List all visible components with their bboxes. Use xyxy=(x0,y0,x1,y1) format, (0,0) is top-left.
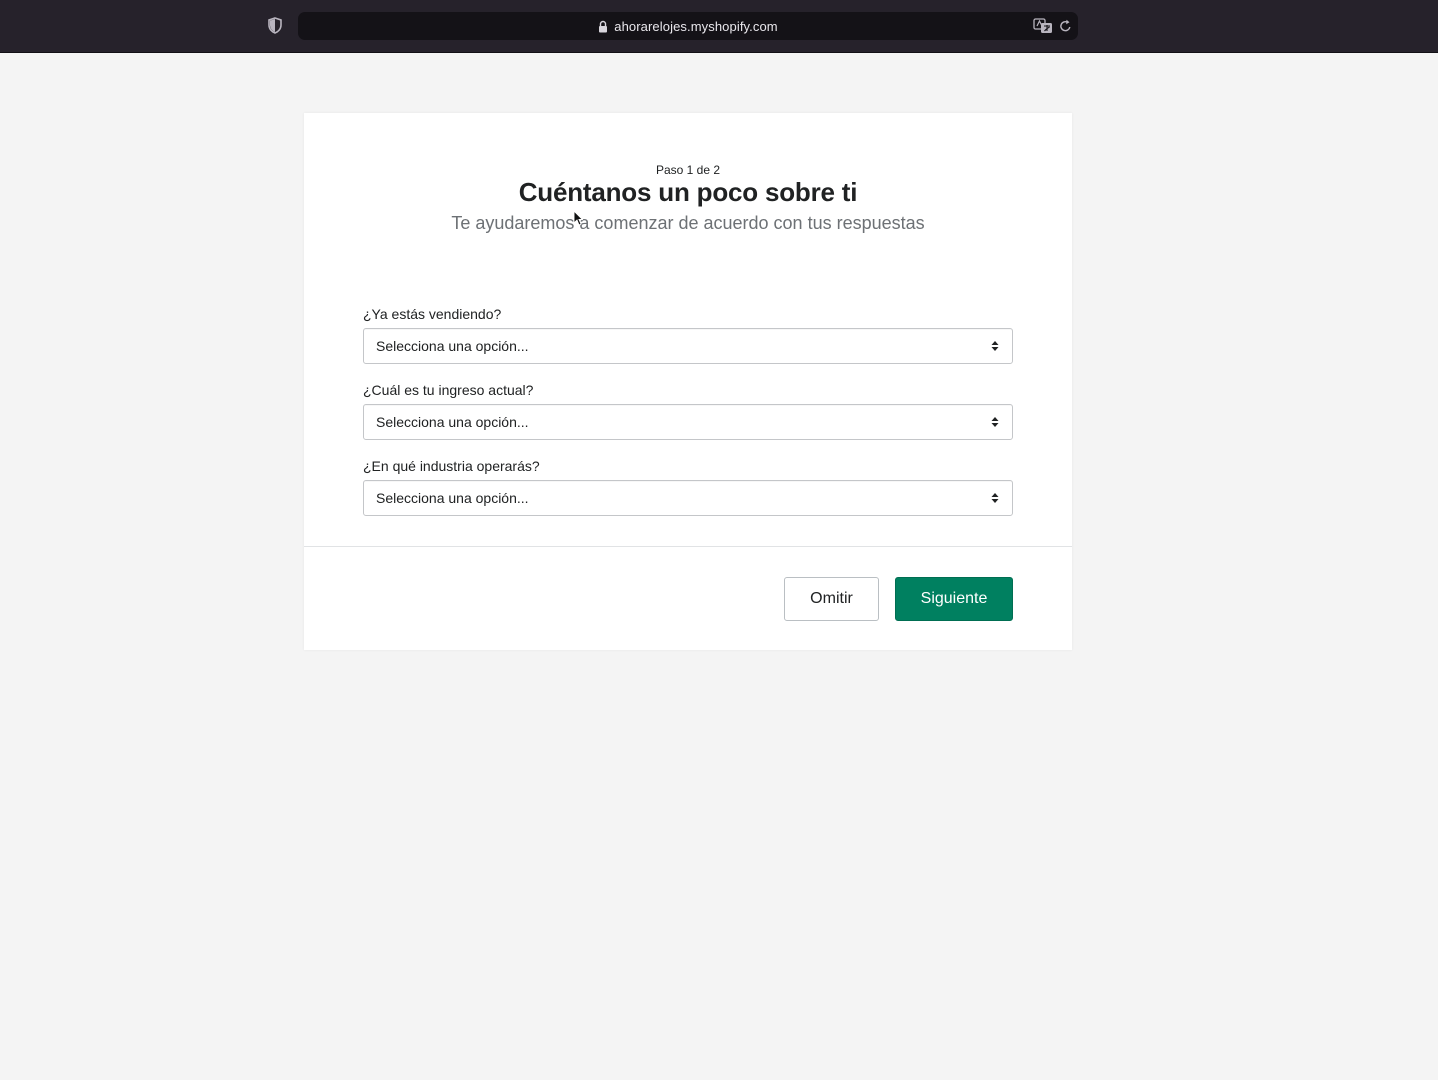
page-subtitle: Te ayudaremos a comenzar de acuerdo con … xyxy=(451,213,925,233)
selling-question-label: ¿Ya estás vendiendo? xyxy=(363,306,502,322)
shield-icon[interactable] xyxy=(267,17,283,34)
industry-question-label: ¿En qué industria operarás? xyxy=(363,458,540,474)
industry-select[interactable]: Selecciona una opción... xyxy=(363,480,1013,516)
step-indicator: Paso 1 de 2 xyxy=(655,163,721,177)
translate-icon[interactable] xyxy=(1033,18,1053,34)
page-title: Cuéntanos un poco sobre ti xyxy=(518,177,858,207)
industry-select-value: Selecciona una opción... xyxy=(376,490,529,506)
lock-icon xyxy=(599,20,608,32)
browser-toolbar: ahorarelojes.myshopify.com xyxy=(0,0,1438,53)
select-arrows-icon xyxy=(991,417,999,427)
mouse-cursor-icon xyxy=(573,210,583,226)
selling-select-value: Selecciona una opción... xyxy=(376,338,529,354)
income-question-label: ¿Cuál es tu ingreso actual? xyxy=(363,382,534,398)
income-select-value: Selecciona una opción... xyxy=(376,414,529,430)
url-text: ahorarelojes.myshopify.com xyxy=(614,18,778,34)
income-select[interactable]: Selecciona una opción... xyxy=(363,404,1013,440)
next-button[interactable]: Siguiente xyxy=(895,577,1013,621)
reload-icon[interactable] xyxy=(1059,19,1072,33)
selling-select[interactable]: Selecciona una opción... xyxy=(363,328,1013,364)
select-arrows-icon xyxy=(991,341,999,351)
footer-divider xyxy=(304,546,1072,547)
select-arrows-icon xyxy=(991,493,999,503)
onboarding-card: Paso 1 de 2 Cuéntanos un poco sobre ti T… xyxy=(304,113,1072,650)
skip-button[interactable]: Omitir xyxy=(784,577,879,621)
address-bar[interactable]: ahorarelojes.myshopify.com xyxy=(298,12,1078,40)
